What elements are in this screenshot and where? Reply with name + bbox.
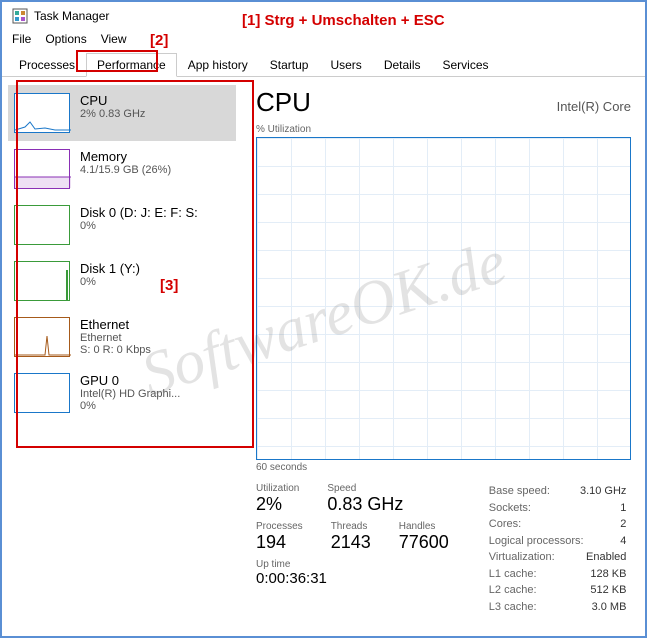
- resource-sub: Intel(R) HD Graphi...: [80, 388, 180, 400]
- menu-bar: File Options View: [2, 30, 645, 52]
- resource-sub: 0%: [80, 276, 140, 288]
- ethernet-thumb: [14, 317, 70, 357]
- value-processes: 194: [256, 532, 303, 553]
- label-uptime: Up time: [256, 559, 449, 570]
- label-handles: Handles: [399, 521, 449, 532]
- resource-ethernet[interactable]: Ethernet Ethernet S: 0 R: 0 Kbps: [8, 309, 236, 365]
- resource-title: CPU: [80, 93, 145, 108]
- stat-value: 3.0 MB: [592, 599, 627, 616]
- stat-line: L1 cache: 128 KB: [489, 566, 627, 583]
- stat-label: Cores:: [489, 516, 521, 533]
- stat-line: Sockets: 1: [489, 500, 627, 517]
- resource-title: Memory: [80, 149, 171, 164]
- cpu-thumb: [14, 93, 70, 133]
- resource-sub: 2% 0.83 GHz: [80, 108, 145, 120]
- resource-disk1[interactable]: Disk 1 (Y:) 0%: [8, 253, 236, 309]
- resource-sub: 0%: [80, 220, 198, 232]
- value-utilization: 2%: [256, 494, 299, 515]
- tab-startup[interactable]: Startup: [259, 53, 320, 77]
- stat-value: 512 KB: [590, 582, 626, 599]
- resource-sidebar: CPU 2% 0.83 GHz Memory 4.1/15.9 GB (26%)…: [2, 77, 242, 625]
- resource-title: Ethernet: [80, 317, 151, 332]
- gpu-thumb: [14, 373, 70, 413]
- detail-pane: CPU Intel(R) Core % Utilization 60 secon…: [242, 77, 645, 625]
- stat-value: 1: [620, 500, 626, 517]
- resource-title: GPU 0: [80, 373, 180, 388]
- title-bar: Task Manager: [2, 2, 645, 30]
- resource-sub: 4.1/15.9 GB (26%): [80, 164, 171, 176]
- resource-cpu[interactable]: CPU 2% 0.83 GHz: [8, 85, 236, 141]
- tab-services[interactable]: Services: [432, 53, 500, 77]
- tab-bar: Processes Performance App history Startu…: [2, 52, 645, 77]
- stat-value: 3.10 GHz: [580, 483, 626, 500]
- stat-value: 2: [620, 516, 626, 533]
- cpu-utilization-chart: [256, 137, 631, 460]
- resource-memory[interactable]: Memory 4.1/15.9 GB (26%): [8, 141, 236, 197]
- detail-title: CPU: [256, 87, 311, 118]
- label-utilization: Utilization: [256, 483, 299, 494]
- taskmgr-icon: [12, 8, 28, 24]
- resource-sub2: 0%: [80, 400, 180, 412]
- tab-apphistory[interactable]: App history: [177, 53, 259, 77]
- stat-line: L3 cache: 3.0 MB: [489, 599, 627, 616]
- chart-top-label: % Utilization: [256, 124, 631, 135]
- stat-label: Sockets:: [489, 500, 531, 517]
- chart-bottom-label: 60 seconds: [256, 462, 631, 473]
- resource-sub2: S: 0 R: 0 Kbps: [80, 344, 151, 356]
- value-speed: 0.83 GHz: [327, 494, 403, 515]
- stat-line: Virtualization: Enabled: [489, 549, 627, 566]
- stat-label: L2 cache:: [489, 582, 537, 599]
- value-handles: 77600: [399, 532, 449, 553]
- window-title: Task Manager: [34, 9, 109, 23]
- tab-users[interactable]: Users: [319, 53, 372, 77]
- disk-thumb: [14, 261, 70, 301]
- menu-file[interactable]: File: [12, 32, 31, 46]
- value-uptime: 0:00:36:31: [256, 570, 449, 587]
- stat-line: Cores: 2: [489, 516, 627, 533]
- stat-label: Base speed:: [489, 483, 550, 500]
- stat-line: Base speed: 3.10 GHz: [489, 483, 627, 500]
- stat-value: Enabled: [586, 549, 626, 566]
- resource-sub: Ethernet: [80, 332, 151, 344]
- resource-gpu0[interactable]: GPU 0 Intel(R) HD Graphi... 0%: [8, 365, 236, 421]
- disk-thumb: [14, 205, 70, 245]
- detail-device: Intel(R) Core: [557, 99, 631, 114]
- content-area: CPU 2% 0.83 GHz Memory 4.1/15.9 GB (26%)…: [2, 77, 645, 625]
- tab-processes[interactable]: Processes: [8, 53, 86, 77]
- label-processes: Processes: [256, 521, 303, 532]
- stat-value: 128 KB: [590, 566, 626, 583]
- label-threads: Threads: [331, 521, 371, 532]
- resource-disk0[interactable]: Disk 0 (D: J: E: F: S: 0%: [8, 197, 236, 253]
- stat-label: L3 cache:: [489, 599, 537, 616]
- stats-block: Utilization2% Speed0.83 GHz Processes194…: [256, 483, 631, 615]
- stat-label: L1 cache:: [489, 566, 537, 583]
- stats-right: Base speed:3.10 GHzSockets:1Cores:2Logic…: [489, 483, 627, 615]
- stat-label: Logical processors:: [489, 533, 584, 550]
- stat-label: Virtualization:: [489, 549, 555, 566]
- value-threads: 2143: [331, 532, 371, 553]
- menu-view[interactable]: View: [101, 32, 127, 46]
- menu-options[interactable]: Options: [45, 32, 86, 46]
- tab-performance[interactable]: Performance: [86, 53, 177, 77]
- label-speed: Speed: [327, 483, 403, 494]
- memory-thumb: [14, 149, 70, 189]
- stat-value: 4: [620, 533, 626, 550]
- tab-details[interactable]: Details: [373, 53, 432, 77]
- resource-title: Disk 1 (Y:): [80, 261, 140, 276]
- resource-title: Disk 0 (D: J: E: F: S:: [80, 205, 198, 220]
- stat-line: L2 cache: 512 KB: [489, 582, 627, 599]
- stat-line: Logical processors: 4: [489, 533, 627, 550]
